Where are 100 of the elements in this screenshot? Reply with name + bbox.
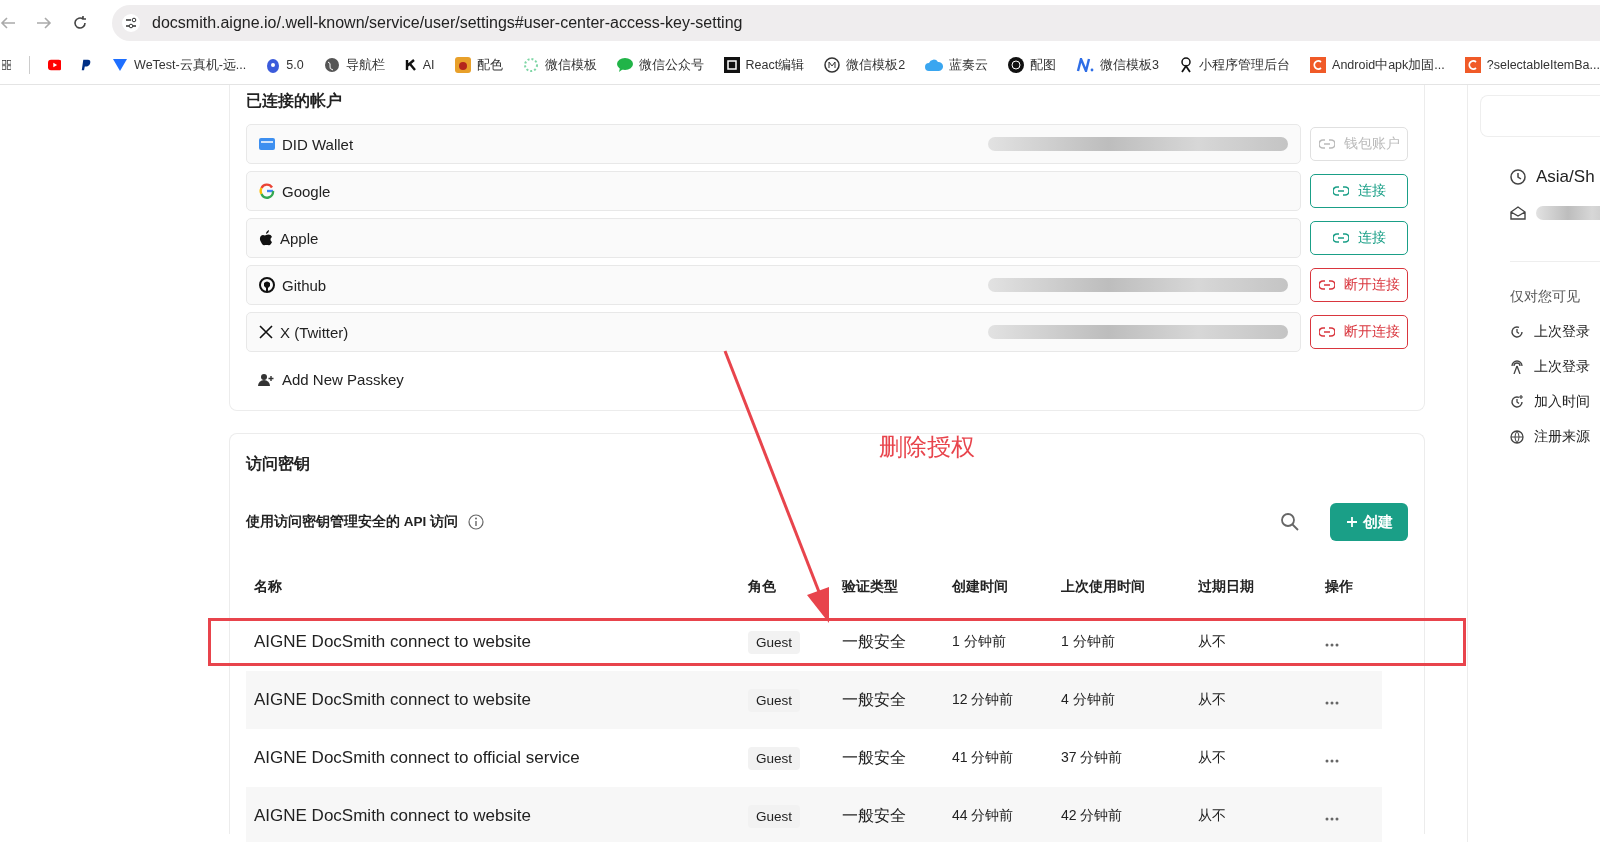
bookmark-label[interactable]: 蓝奏云 — [949, 56, 989, 74]
table-cell-text: 44 分钟前 — [951, 807, 1015, 825]
column-header: 操作 — [1324, 578, 1354, 596]
table-cell-text: 一般安全 — [841, 805, 907, 826]
table-cell-text: 41 分钟前 — [951, 749, 1015, 767]
square-icon — [723, 57, 740, 73]
bookmark[interactable]: React编辑 — [723, 56, 805, 74]
bookmark[interactable]: 配色 — [454, 56, 503, 74]
profile-field-label: 上次登录 — [1534, 357, 1590, 376]
clock-icon — [1510, 324, 1524, 339]
disconnect-button[interactable]: 断开连接 — [1310, 268, 1408, 302]
bookmark[interactable]: Android中apk加固... — [1310, 56, 1445, 74]
annotation-label: 删除授权 — [879, 432, 975, 462]
table-cell-text: 一般安全 — [841, 689, 907, 710]
table-cell-text: 一般安全 — [841, 631, 907, 652]
bookmark-label[interactable]: WeTest-云真机-远... — [134, 56, 247, 74]
bookmark-label[interactable]: 微信公众号 — [638, 56, 704, 74]
bookmark-label[interactable]: 微信模板2 — [846, 56, 906, 74]
bookmark-label[interactable]: 配图 — [1030, 56, 1057, 74]
link-icon — [1332, 186, 1349, 196]
table-cell-text: 从不 — [1197, 807, 1227, 825]
disconnect-button[interactable]: 断开连接 — [1310, 315, 1408, 349]
bookmark[interactable]: 导航栏 — [323, 56, 385, 74]
table-cell-text: 从不 — [1197, 691, 1227, 709]
bookmark-label[interactable]: 配色 — [476, 56, 503, 74]
globe-icon — [323, 57, 340, 73]
dotted-circle-icon — [522, 57, 539, 73]
bookmark[interactable]: ?selectableItemBa... — [1464, 57, 1600, 73]
bookmark[interactable]: 小程序管理后台 — [1179, 56, 1291, 74]
table-cell-text: AIGNE DocSmith connect to website — [253, 690, 532, 710]
section-title: 仅对您可见 — [1510, 288, 1581, 306]
x-logo-icon — [259, 325, 273, 339]
panda-icon — [1179, 57, 1194, 73]
bookmark[interactable]: 配图 — [1008, 56, 1057, 74]
bookmark[interactable]: 5.0 — [266, 57, 304, 73]
add-passkey-button[interactable]: Add New Passkey — [246, 359, 416, 390]
cloud-icon — [925, 59, 944, 71]
column-header: 验证类型 — [841, 578, 899, 596]
bookmark-label[interactable]: Android中apk加固... — [1332, 56, 1445, 74]
account-name: X (Twitter) — [280, 323, 349, 341]
account-name: Github — [282, 276, 327, 294]
globe-icon — [1510, 429, 1524, 444]
info-icon[interactable] — [468, 514, 484, 530]
search-icon[interactable] — [1280, 512, 1300, 532]
m-circle-icon — [824, 57, 841, 73]
bookmark[interactable]: 蓝奏云 — [925, 56, 989, 74]
section-title: 访问密钥 — [246, 454, 310, 474]
clock-icon — [1510, 169, 1526, 185]
link-icon — [1318, 327, 1335, 337]
reload-icon[interactable] — [72, 15, 88, 31]
bookmark-label[interactable]: 5.0 — [286, 58, 304, 72]
account-name: DID Wallet — [282, 135, 354, 153]
bookmark-label[interactable]: 小程序管理后台 — [1199, 56, 1291, 74]
p-letter-icon[interactable] — [81, 57, 93, 73]
more-icon[interactable] — [1325, 759, 1339, 763]
profile-field-label: 注册来源 — [1534, 427, 1590, 446]
table-cell-text: 4 分钟前 — [1060, 691, 1116, 709]
apple-icon — [259, 230, 273, 246]
role-tag: Guest — [748, 631, 801, 654]
palette-icon — [454, 57, 471, 73]
table-cell-text: 12 分钟前 — [951, 691, 1015, 709]
role-tag: Guest — [748, 747, 801, 770]
clock-plus-icon — [1510, 394, 1524, 409]
bookmark-label[interactable]: 导航栏 — [345, 56, 385, 74]
bookmark[interactable]: 微信公众号 — [616, 56, 704, 74]
bookmark-label[interactable]: AI — [422, 58, 435, 72]
table-cell-text: 37 分钟前 — [1060, 749, 1124, 767]
account-name: Google — [282, 182, 331, 200]
k-icon — [404, 58, 417, 72]
address-bar[interactable]: docsmith.aigne.io/.well-known/service/user/settings#user-center-access-key-setting — [112, 5, 1600, 41]
more-icon[interactable] — [1325, 701, 1339, 705]
site-settings-icon[interactable] — [122, 14, 140, 32]
play-icon[interactable] — [47, 58, 62, 72]
bookmark[interactable]: 微信模板 — [522, 56, 597, 74]
bookmark[interactable]: 微信模板3 — [1076, 56, 1160, 74]
more-icon[interactable] — [1325, 643, 1339, 647]
bookmark[interactable]: 微信模板2 — [824, 56, 906, 74]
link-icon — [1332, 233, 1349, 243]
google-icon — [259, 183, 275, 199]
bookmark-label[interactable]: 微信模板3 — [1100, 56, 1160, 74]
section-title: 已连接的帐户 — [246, 91, 342, 111]
table-cell-text: 一般安全 — [841, 747, 907, 768]
apps-icon[interactable] — [2, 58, 12, 72]
bookmark-label[interactable]: ?selectableItemBa... — [1486, 58, 1600, 72]
mail-icon — [1510, 206, 1526, 220]
plus-icon — [1345, 516, 1358, 528]
role-tag: Guest — [748, 689, 801, 712]
table-cell-text: AIGNE DocSmith connect to official service — [253, 748, 581, 768]
role-tag: Guest — [748, 805, 801, 828]
more-icon[interactable] — [1325, 817, 1339, 821]
bookmark-label[interactable]: 微信模板 — [544, 56, 597, 74]
bookmark[interactable]: WeTest-云真机-远... — [112, 56, 247, 74]
link-icon — [1318, 280, 1335, 290]
bookmark[interactable]: AI — [404, 58, 435, 72]
antenna-icon — [1510, 359, 1524, 374]
table-cell-text: 1 分钟前 — [951, 633, 1007, 651]
user-plus-icon — [258, 373, 274, 386]
table-cell-text: 1 分钟前 — [1060, 633, 1116, 651]
profile-field-label: 上次登录 — [1534, 322, 1590, 341]
bookmark-label[interactable]: React编辑 — [745, 56, 805, 74]
